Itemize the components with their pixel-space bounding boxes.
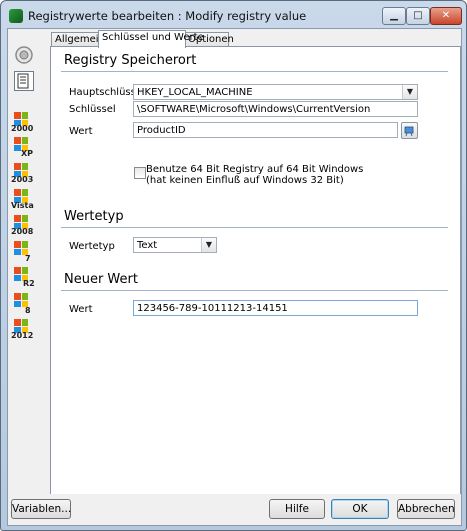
sidebar: 2000 XP 2003 Vista 2008 7 R2 8 2012 bbox=[8, 29, 41, 494]
tab-schluessel-und-werte[interactable]: Schlüssel und Werte bbox=[98, 30, 204, 48]
hive-combobox[interactable]: HKEY_LOCAL_MACHINE ▼ bbox=[133, 84, 418, 100]
os-item[interactable]: 7 bbox=[11, 241, 41, 265]
section-divider bbox=[61, 290, 448, 291]
minimize-button[interactable]: ▁ bbox=[382, 7, 406, 25]
section-title-registry-location: Registry Speicherort bbox=[64, 53, 197, 68]
key-label: Schlüssel bbox=[69, 104, 116, 115]
os-item-label: R2 bbox=[23, 279, 35, 288]
os-item-label: 8 bbox=[25, 306, 31, 315]
maximize-button[interactable]: □ bbox=[406, 7, 430, 25]
cancel-button[interactable]: Abbrechen bbox=[397, 499, 455, 519]
os-item-label: 2003 bbox=[11, 175, 34, 184]
os-item-label: XP bbox=[21, 149, 34, 158]
close-icon: ✕ bbox=[441, 10, 451, 21]
section-title-value-type: Wertetyp bbox=[64, 209, 124, 224]
section-divider bbox=[61, 71, 448, 72]
windows-logo-icon bbox=[14, 241, 28, 255]
os-item[interactable]: 2008 bbox=[11, 215, 41, 239]
os-item[interactable]: 8 bbox=[11, 293, 41, 317]
variables-button[interactable]: Variablen... bbox=[11, 499, 71, 519]
os-item-label: Vista bbox=[11, 201, 34, 210]
os-item[interactable]: 2003 bbox=[11, 163, 41, 187]
use-64bit-label-line2: (hat keinen Einfluß auf Windows 32 Bit) bbox=[146, 175, 344, 186]
chevron-down-icon[interactable]: ▼ bbox=[201, 238, 216, 252]
os-item[interactable]: 2000 bbox=[11, 112, 41, 136]
new-value-field[interactable]: 123456-789-10111213-14151 bbox=[133, 300, 418, 316]
use-64bit-checkbox[interactable] bbox=[134, 167, 146, 179]
registry-browse-button[interactable] bbox=[401, 122, 418, 139]
document-icon[interactable] bbox=[14, 71, 34, 91]
dialog-client: 2000 XP 2003 Vista 2008 7 R2 8 2012 Allgemein Sc… bbox=[7, 28, 462, 526]
value-name-field[interactable]: ProductID bbox=[133, 122, 398, 138]
os-item[interactable]: R2 bbox=[11, 267, 41, 291]
hive-value: HKEY_LOCAL_MACHINE bbox=[137, 87, 253, 98]
os-item[interactable]: XP bbox=[11, 137, 41, 161]
key-field[interactable]: \SOFTWARE\Microsoft\Windows\CurrentVersi… bbox=[133, 101, 418, 117]
section-divider bbox=[61, 227, 448, 228]
value-type-label: Wertetyp bbox=[69, 241, 115, 252]
os-item[interactable]: 2012 bbox=[11, 319, 41, 343]
tab-panel: Registry Speicherort Hauptschlüssel HKEY… bbox=[50, 46, 461, 497]
target-icon[interactable] bbox=[14, 45, 34, 65]
title-bar[interactable]: Registrywerte bearbeiten : Modify regist… bbox=[1, 1, 466, 31]
ok-button[interactable]: OK bbox=[331, 499, 389, 519]
tab-allgemein[interactable]: Allgemein bbox=[51, 32, 105, 47]
value-type-value: Text bbox=[137, 240, 158, 251]
value-name-label: Wert bbox=[69, 126, 93, 137]
os-item-label: 2008 bbox=[11, 227, 34, 236]
chevron-down-icon[interactable]: ▼ bbox=[402, 85, 417, 99]
os-item-label: 2000 bbox=[11, 124, 34, 133]
os-item-label: 7 bbox=[25, 254, 31, 263]
dialog-window: Registrywerte bearbeiten : Modify regist… bbox=[0, 0, 467, 531]
value-type-combobox[interactable]: Text ▼ bbox=[133, 237, 217, 253]
help-button[interactable]: Hilfe bbox=[269, 499, 325, 519]
app-icon bbox=[9, 9, 23, 23]
new-value-label: Wert bbox=[69, 304, 93, 315]
window-title: Registrywerte bearbeiten : Modify regist… bbox=[28, 9, 307, 23]
maximize-icon: □ bbox=[413, 10, 423, 21]
windows-logo-icon bbox=[14, 293, 28, 307]
os-item[interactable]: Vista bbox=[11, 189, 41, 213]
use-64bit-label: Benutze 64 Bit Registry auf 64 Bit Windo… bbox=[146, 164, 363, 186]
os-item-label: 2012 bbox=[11, 331, 34, 340]
button-bar: Variablen... Hilfe OK Abbrechen bbox=[8, 494, 461, 525]
minimize-icon: ▁ bbox=[390, 10, 398, 21]
use-64bit-label-line1: Benutze 64 Bit Registry auf 64 Bit Windo… bbox=[146, 164, 364, 175]
close-button[interactable]: ✕ bbox=[430, 7, 462, 25]
registry-browse-icon bbox=[404, 126, 414, 137]
section-title-new-value: Neuer Wert bbox=[64, 272, 138, 287]
